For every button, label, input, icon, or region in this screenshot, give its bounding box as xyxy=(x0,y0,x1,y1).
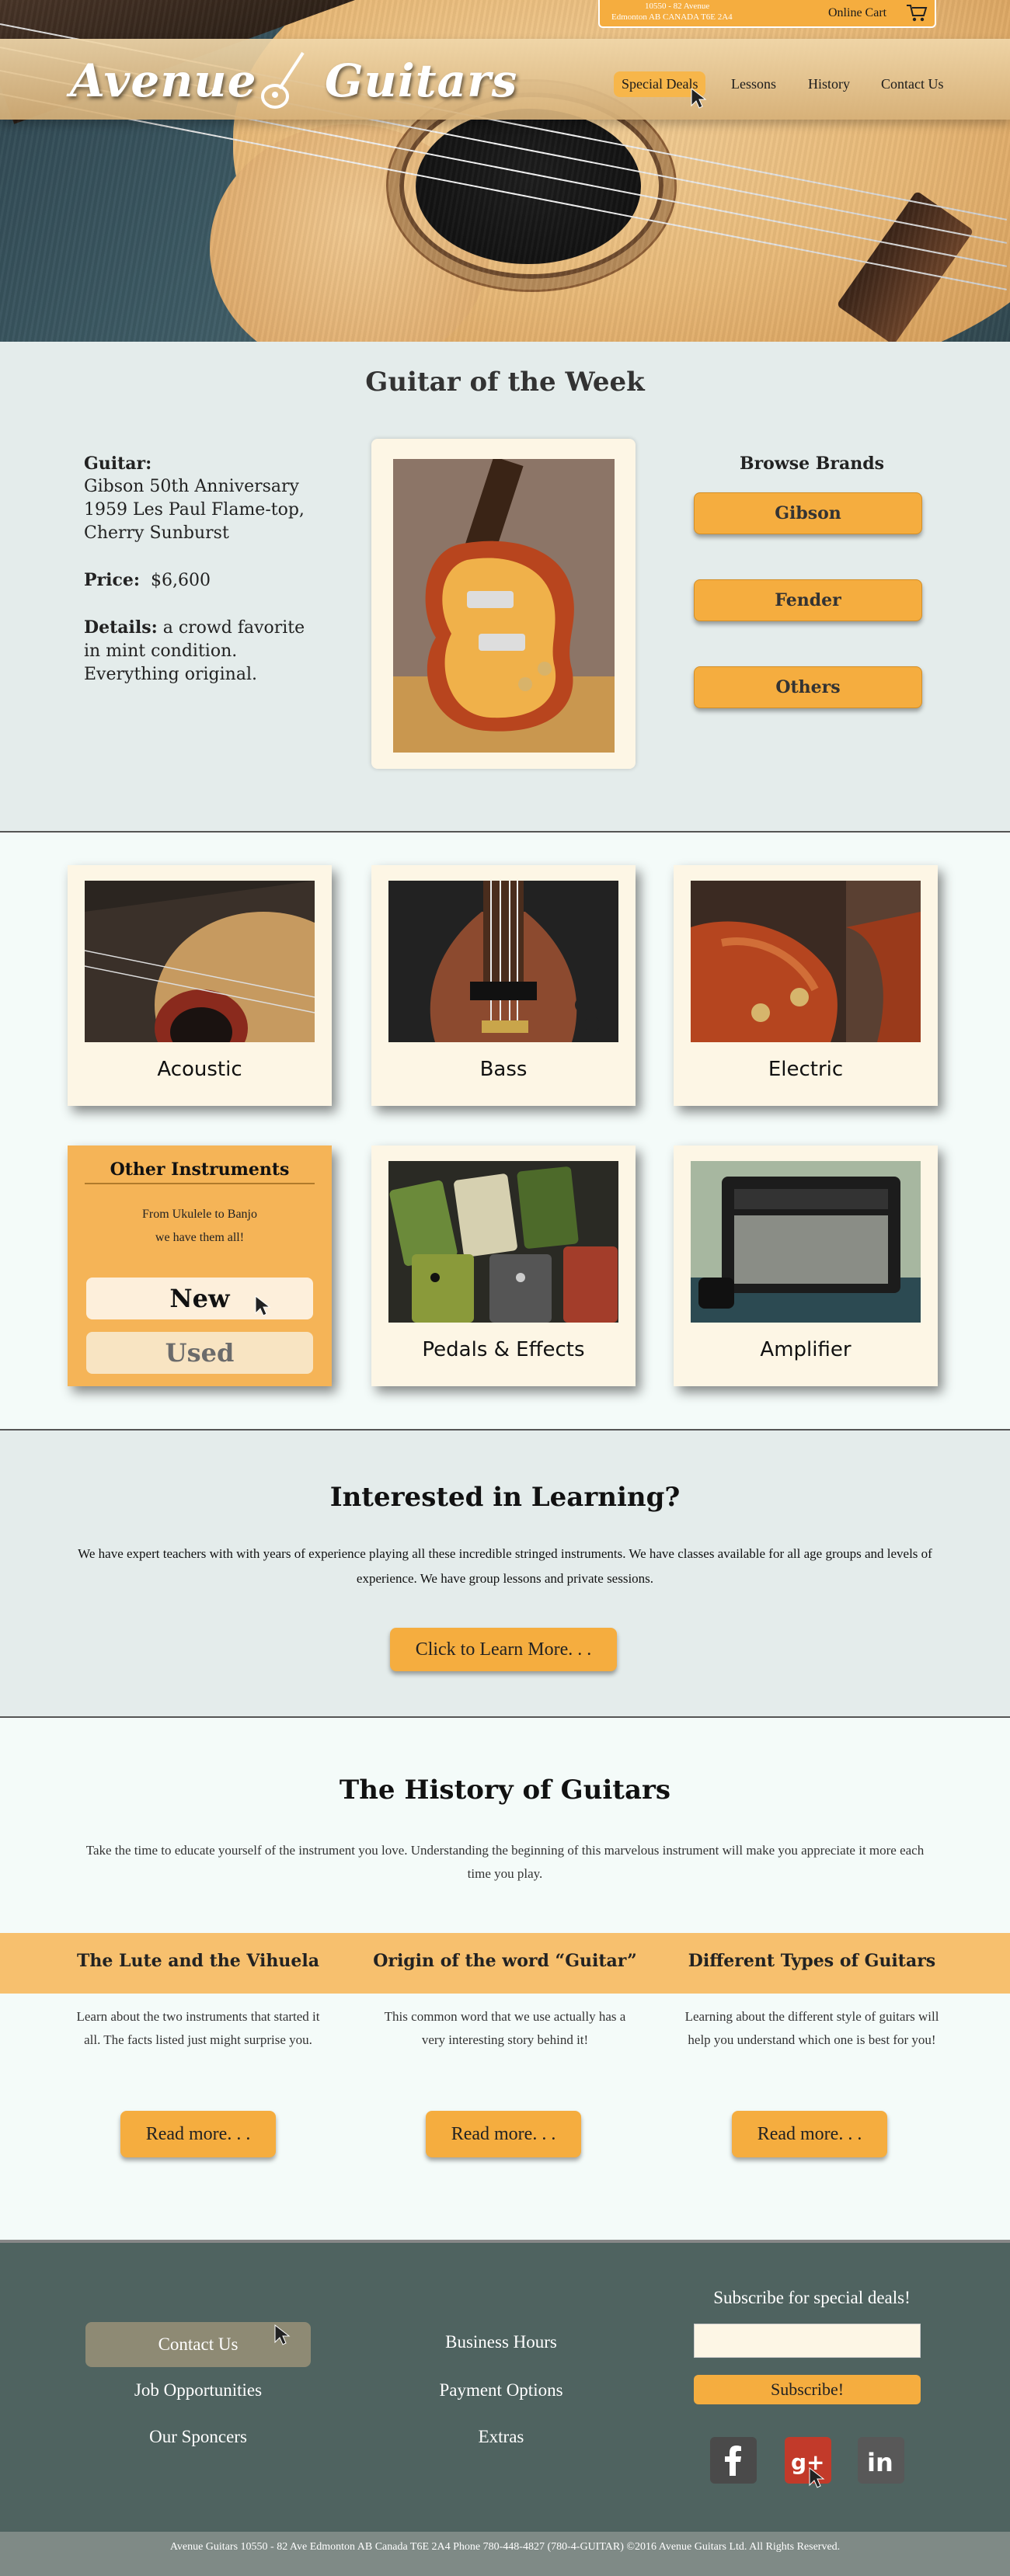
category-label-amplifier: Amplifier xyxy=(760,1338,852,1361)
details-label: Details: xyxy=(84,617,158,638)
footer-extras[interactable]: Extras xyxy=(388,2427,614,2447)
electric-guitar-image xyxy=(691,881,921,1042)
guitar-value: Gibson 50th Anniversary 1959 Les Paul Fl… xyxy=(84,477,305,543)
bass-guitar-image xyxy=(388,881,618,1042)
mouse-cursor-icon xyxy=(691,87,707,109)
history-text: Take the time to educate yourself of the… xyxy=(85,1843,925,1881)
svg-text:in: in xyxy=(867,2448,893,2477)
nav-history[interactable]: History xyxy=(800,71,858,97)
mouse-cursor-icon xyxy=(274,2324,291,2345)
footer-business-hours[interactable]: Business Hours xyxy=(388,2332,614,2352)
pedals-image xyxy=(388,1161,618,1323)
logo-text-right[interactable]: Guitars xyxy=(325,54,517,107)
price-label: Price: xyxy=(84,570,141,590)
nav-lessons[interactable]: Lessons xyxy=(723,71,784,97)
mouse-cursor-icon xyxy=(809,2466,825,2488)
read-more-lute-button[interactable]: Read more. . . xyxy=(120,2111,276,2157)
divider xyxy=(85,1183,315,1184)
facebook-icon[interactable] xyxy=(710,2437,757,2484)
logo-text-left[interactable]: Avenue xyxy=(70,54,257,107)
learn-more-button[interactable]: Click to Learn More. . . xyxy=(390,1628,617,1671)
amplifier-image xyxy=(691,1161,921,1323)
used-button[interactable]: Used xyxy=(86,1332,313,1374)
category-label-bass: Bass xyxy=(479,1058,528,1081)
category-label-electric: Electric xyxy=(768,1058,844,1081)
mouse-cursor-icon xyxy=(255,1295,271,1316)
copyright-text: Avenue Guitars 10550 - 82 Ave Edmonton A… xyxy=(169,2541,841,2553)
subscribe-email-input[interactable] xyxy=(694,2324,921,2358)
section-title: Guitar of the Week xyxy=(365,367,645,398)
linkedin-icon[interactable]: in xyxy=(858,2437,904,2484)
category-card-acoustic[interactable]: Acoustic xyxy=(68,865,332,1106)
category-card-bass[interactable]: Bass xyxy=(371,865,636,1106)
browse-brands-title: Browse Brands xyxy=(739,454,885,474)
other-instruments-title: Other Instruments xyxy=(110,1159,290,1180)
category-card-electric[interactable]: Electric xyxy=(674,865,938,1106)
online-cart-link[interactable]: Online Cart xyxy=(828,6,886,20)
history-title: The History of Guitars xyxy=(339,1775,671,1806)
category-card-amplifier[interactable]: Amplifier xyxy=(674,1145,938,1386)
history-col-title-types: Different Types of Guitars xyxy=(688,1951,936,1971)
subscribe-button[interactable]: Subscribe! xyxy=(694,2375,921,2404)
guitar-info: Guitar: Gibson 50th Anniversary 1959 Les… xyxy=(84,452,309,687)
brand-fender-button[interactable]: Fender xyxy=(694,579,922,621)
nav-contact-us[interactable]: Contact Us xyxy=(873,71,952,97)
brand-others-button[interactable]: Others xyxy=(694,666,922,708)
footer-payment-options[interactable]: Payment Options xyxy=(388,2380,614,2400)
history-col-title-lute: The Lute and the Vihuela xyxy=(76,1951,320,1971)
guitar-label: Guitar: xyxy=(84,454,152,474)
footer-our-sponsors[interactable]: Our Sponcers xyxy=(85,2427,311,2447)
shopping-cart-icon[interactable] xyxy=(906,3,928,23)
category-card-pedals-effects[interactable]: Pedals & Effects xyxy=(371,1145,636,1386)
history-col-text-lute: Learn about the two instruments that sta… xyxy=(76,2009,320,2047)
read-more-types-button[interactable]: Read more. . . xyxy=(732,2111,887,2157)
footer-job-opportunities[interactable]: Job Opportunities xyxy=(85,2380,311,2400)
new-button[interactable]: New xyxy=(86,1278,313,1319)
subscribe-title: Subscribe for special deals! xyxy=(713,2288,911,2307)
acoustic-guitar-image xyxy=(85,881,315,1042)
cart-address-line1: 10550 - 82 Avenue xyxy=(645,2,710,11)
history-col-text-types: Learning about the different style of gu… xyxy=(684,2009,939,2047)
category-card-other-instruments: Other Instruments From Ukulele to Banjo … xyxy=(68,1145,332,1386)
learning-text: We have expert teachers with with years … xyxy=(78,1546,932,1586)
les-paul-guitar-image xyxy=(393,459,615,753)
copyright-bar xyxy=(0,2532,1010,2576)
brand-gibson-button[interactable]: Gibson xyxy=(694,492,922,534)
learning-title: Interested in Learning? xyxy=(329,1482,681,1513)
other-instruments-text: From Ukulele to Banjo we have them all! xyxy=(68,1203,332,1250)
other-text-line1: From Ukulele to Banjo xyxy=(142,1208,257,1221)
history-col-title-origin: Origin of the word “Guitar” xyxy=(373,1951,637,1971)
guitar-logo-icon xyxy=(261,51,305,109)
cart-address-line2: Edmonton AB CANADA T6E 2A4 xyxy=(611,12,733,22)
price-value: $6,600 xyxy=(151,571,211,590)
category-label-acoustic: Acoustic xyxy=(157,1058,242,1081)
read-more-origin-button[interactable]: Read more. . . xyxy=(426,2111,581,2157)
history-col-text-origin: This common word that we use actually ha… xyxy=(384,2009,626,2047)
les-paul-photo[interactable] xyxy=(393,459,615,753)
other-text-line2: we have them all! xyxy=(155,1231,245,1244)
category-label-pedals-effects: Pedals & Effects xyxy=(422,1338,585,1361)
